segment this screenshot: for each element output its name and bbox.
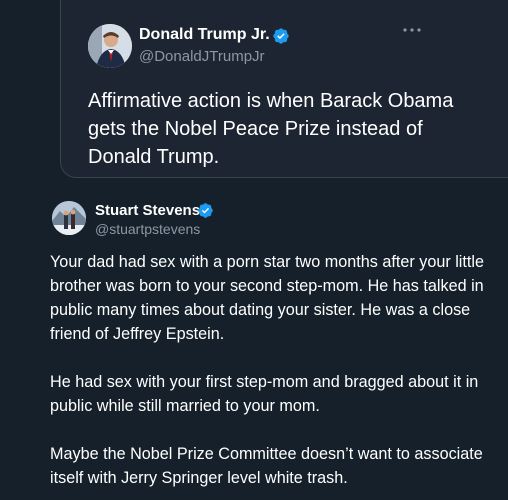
handle[interactable]: @stuartpstevens [95,221,200,237]
reply-tweet-text: Your dad had sex with a porn star two mo… [50,250,490,490]
display-name[interactable]: Stuart Stevens [95,202,200,219]
avatar[interactable] [88,24,132,68]
verified-badge-icon [273,28,289,44]
quoted-tweet-card[interactable]: Donald Trump Jr. @DonaldJTrumpJr Affirma… [60,0,508,178]
verified-badge-icon [198,203,213,218]
more-options-icon[interactable] [400,18,424,42]
reply-paragraph: He had sex with your first step-mom and … [50,373,479,415]
avatar-photo-icon [88,24,132,68]
handle[interactable]: @DonaldJTrumpJr [139,48,265,65]
avatar[interactable] [52,201,86,235]
display-name[interactable]: Donald Trump Jr. [139,26,270,44]
quoted-tweet-text: Affirmative action is when Barack Obama … [88,90,454,168]
tweet-screenshot: Donald Trump Jr. @DonaldJTrumpJr Affirma… [0,0,508,500]
reply-paragraph: Your dad had sex with a porn star two mo… [50,253,484,343]
reply-paragraph: Maybe the Nobel Prize Committee doesn’t … [50,445,483,487]
avatar-photo-icon [52,201,86,235]
